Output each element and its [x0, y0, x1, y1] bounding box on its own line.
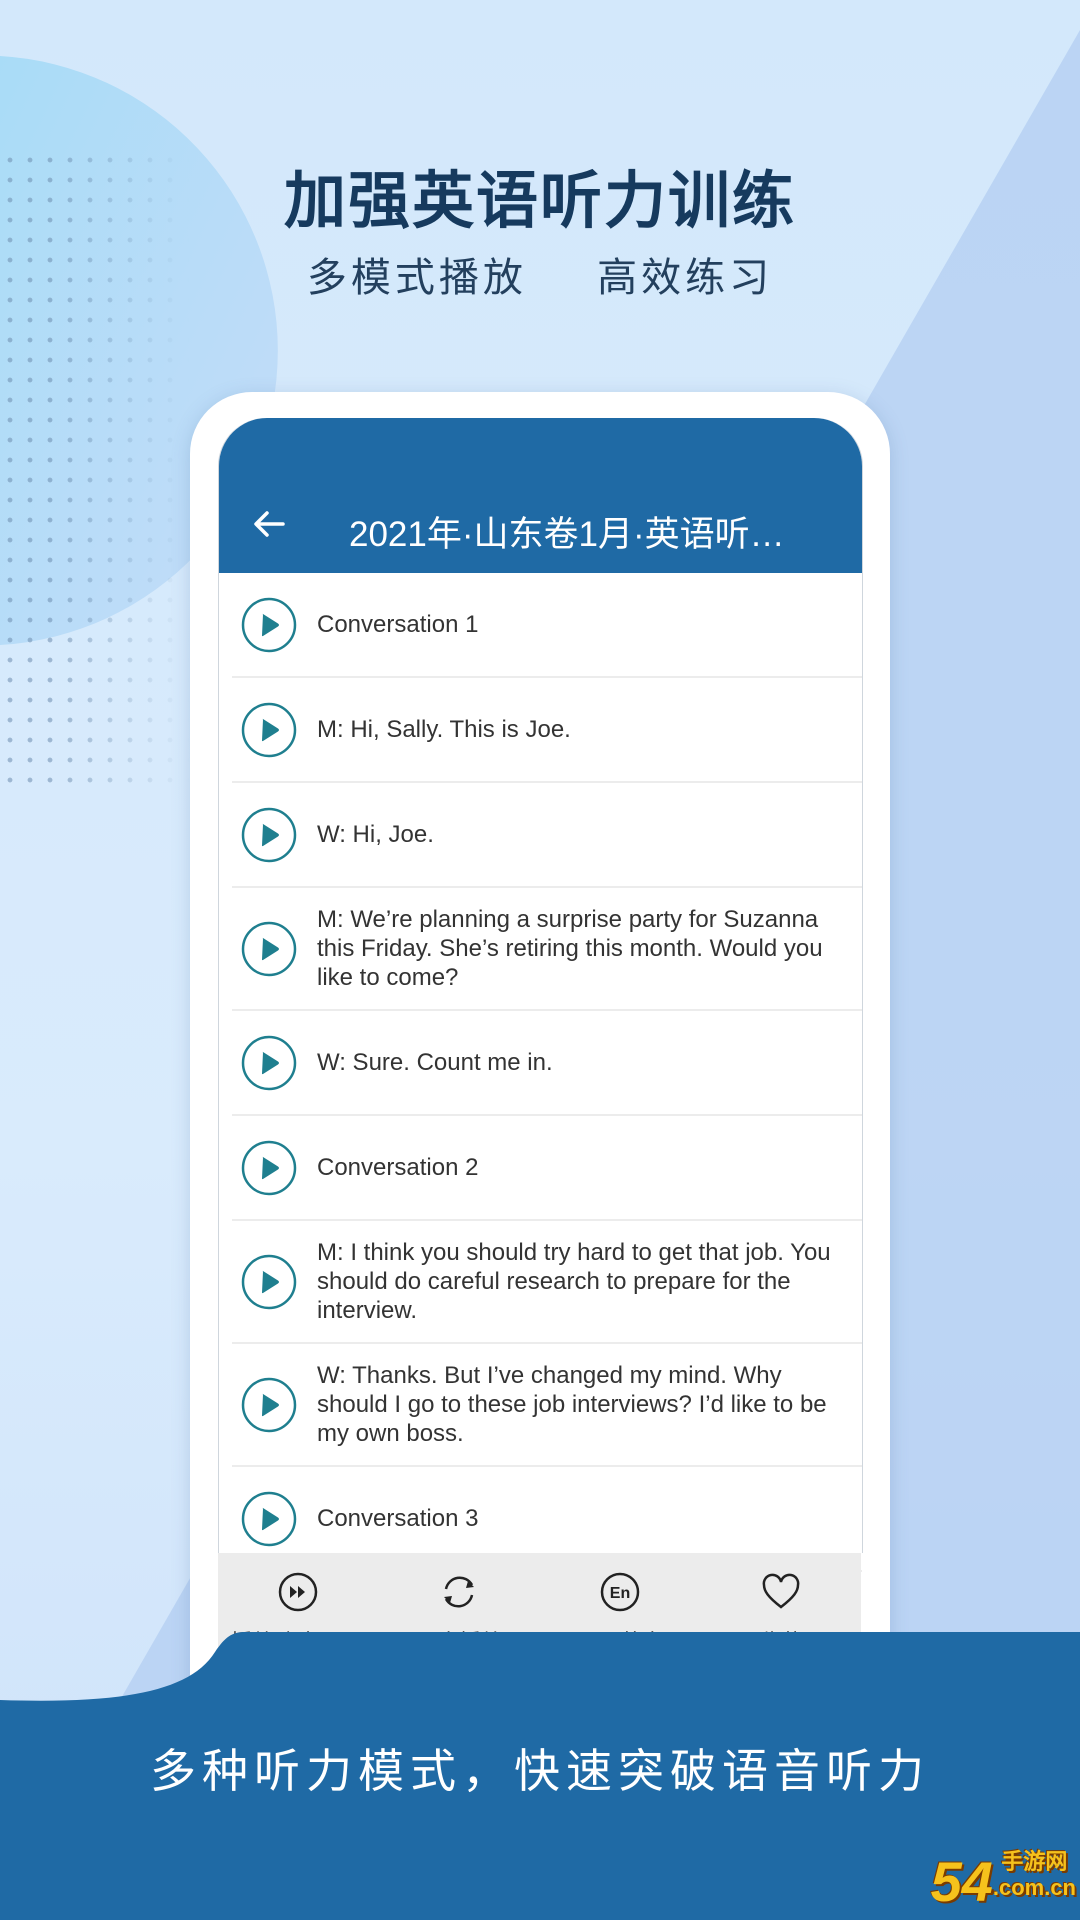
promo-subtitle: 多模式播放 高效练习 — [306, 256, 774, 300]
play-icon[interactable] — [241, 1140, 297, 1196]
sentence-text: W: Hi, Joe. — [317, 821, 434, 848]
sentence-text: Conversation 3 — [317, 1505, 479, 1532]
play-icon[interactable] — [241, 807, 297, 863]
sentence-text: Conversation 2 — [317, 1154, 479, 1181]
list-item[interactable]: W: Sure. Count me in. — [232, 1011, 862, 1116]
sentence-text: M: We’re planning a surprise party for S… — [317, 906, 823, 991]
play-icon[interactable] — [241, 921, 297, 977]
watermark-logo: 54 手游网 .com.cn — [931, 1849, 1076, 1914]
watermark-number: 54 — [930, 1850, 993, 1913]
play-icon[interactable] — [241, 1491, 297, 1547]
list-item[interactable]: M: We’re planning a surprise party for S… — [232, 888, 862, 1011]
promo-bottom-text: 多种听力模式，快速突破语音听力 — [150, 1745, 930, 1797]
fast-forward-icon — [279, 1572, 318, 1612]
play-icon[interactable] — [241, 1035, 297, 1091]
play-icon[interactable] — [241, 1254, 297, 1310]
repeat-icon — [444, 1576, 475, 1608]
app-header: 2021年·山东卷1月·英语听… — [219, 418, 862, 573]
play-icon[interactable] — [241, 702, 297, 758]
list-item[interactable]: W: Thanks. But I’ve changed my mind. Why… — [232, 1344, 862, 1467]
list-item[interactable]: Conversation 1 — [232, 573, 862, 678]
heart-icon — [762, 1573, 799, 1609]
play-icon[interactable] — [241, 1377, 297, 1433]
sentence-text: W: Sure. Count me in. — [317, 1049, 553, 1076]
sentence-text: M: Hi, Sally. This is Joe. — [317, 716, 571, 743]
sentence-list: Conversation 1 M: Hi, Sally. This is Joe.… — [219, 573, 862, 1572]
promo-title: 加强英语听力训练 — [283, 167, 796, 236]
watermark-domain: .com.cn — [992, 1875, 1076, 1900]
watermark-brand: 手游网 — [1001, 1849, 1068, 1874]
svg-text:En: En — [610, 1585, 630, 1602]
arrow-left-icon[interactable] — [249, 504, 289, 544]
play-icon[interactable] — [241, 597, 297, 653]
list-item[interactable]: W: Hi, Joe. — [232, 783, 862, 888]
sentence-text: Conversation 1 — [317, 611, 479, 638]
list-item[interactable]: M: Hi, Sally. This is Joe. — [232, 678, 862, 783]
list-item[interactable]: M: I think you should try hard to get th… — [232, 1221, 862, 1344]
page-title: 2021年·山东卷1月·英语听… — [349, 515, 785, 554]
app-screen: 2021年·山东卷1月·英语听… Conversation 1 M: Hi, Sa… — [218, 418, 863, 1572]
english-icon: En — [600, 1572, 640, 1612]
sentence-text: M: I think you should try hard to get th… — [317, 1239, 831, 1324]
list-item[interactable]: Conversation 2 — [232, 1116, 862, 1221]
sentence-text: W: Thanks. But I’ve changed my mind. Why… — [317, 1362, 827, 1447]
